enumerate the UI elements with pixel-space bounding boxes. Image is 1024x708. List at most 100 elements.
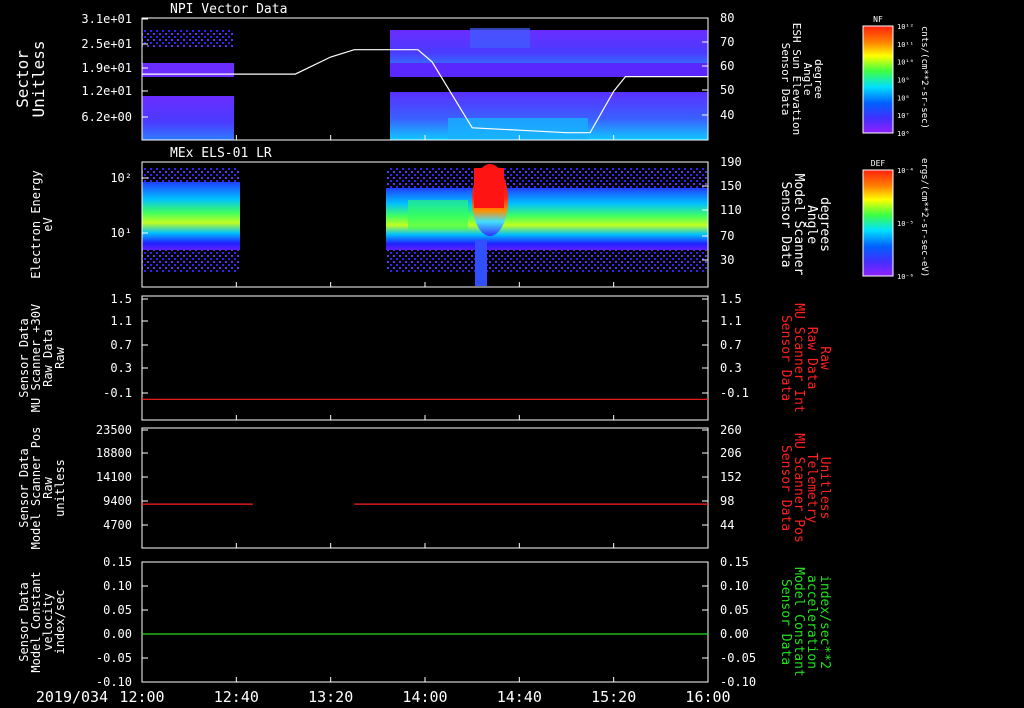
npi-colorbar-label: NF [873, 15, 883, 24]
model_const-right-axis-label: acceleration [804, 575, 819, 669]
time-tick-label: 12:00 [119, 688, 164, 706]
mu_raw-left-tick-label: -0.1 [103, 386, 132, 400]
mu_pos-right-axis-label: Unitless [817, 457, 832, 520]
npi-spectrogram [142, 28, 708, 140]
model_const-right-tick-label: 0.15 [720, 555, 749, 569]
time-tick-label: 16:00 [685, 688, 730, 706]
model_const-left-tick-label: -0.05 [96, 651, 132, 665]
plot-canvas: NF 10¹² 10¹¹ 10¹⁰ 10⁹ 10⁸ 10⁷ 10⁶ cnts/(cm**2-… [13, 2, 929, 706]
mu_pos-right-axis-label: Sensor Data [778, 445, 793, 531]
mu_pos-right-tick-label: 152 [720, 470, 742, 484]
time-tick-label: 15:20 [591, 688, 636, 706]
mu_pos-right-tick-label: 206 [720, 446, 742, 460]
npi-colorbar-scale [862, 25, 894, 134]
model_const-right-tick-label: 0.10 [720, 579, 749, 593]
els-right-axis-label: Sensor Data [778, 181, 793, 267]
panel-mu_raw: 1.5 1.1 0.7 0.3 -0.1 1.5 1.1 0.7 0.3 -0.1 Sensor D… [17, 292, 832, 421]
els-right-tick-label: 110 [720, 203, 742, 217]
time-tick-label: 13:20 [308, 688, 353, 706]
els-right-tick-label: 150 [720, 179, 742, 193]
mu_pos-right-tick-label: 260 [720, 423, 742, 437]
npi-left-tick-label: 3.1e+01 [81, 12, 132, 26]
els-colorbar: DEF 10⁻⁴ 10⁻⁵ 10⁻⁶ ergs/(cm**2-sr-sec-eV) [862, 158, 929, 281]
model_const-left-tick-label: 0.15 [103, 555, 132, 569]
model_const-right-tick-label: -0.05 [720, 651, 756, 665]
npi-right-tick-label: 40 [720, 108, 734, 122]
mu_pos-frame [141, 427, 709, 549]
model_const-frame [141, 561, 709, 683]
els-left-axis-label: eV [41, 217, 55, 231]
els-colorbar-label: DEF [871, 159, 886, 168]
els-colorbar-ticks: 10⁻⁴ 10⁻⁵ 10⁻⁶ [897, 167, 914, 281]
mu_pos-right-tick-label: 44 [720, 518, 734, 532]
npi-right-tick-label: 50 [720, 83, 734, 97]
model_const-left-tick-label: 0.05 [103, 603, 132, 617]
mu_raw-right-axis-label: Sensor Data [778, 315, 793, 401]
npi-left-axis-label: Unitless [29, 40, 48, 117]
npi-left-tick-label: 1.2e+01 [81, 84, 132, 98]
npi-left-tick-label: 1.9e+01 [81, 61, 132, 75]
colorbar-tick-label: 10⁻⁶ [897, 273, 914, 281]
npi-colorbar: NF 10¹² 10¹¹ 10¹⁰ 10⁹ 10⁸ 10⁷ 10⁶ cnts/(cm**2-… [862, 15, 929, 138]
model_const-right-axis-label: index/sec**2 [817, 575, 832, 669]
panel-model_const: 0.15 0.10 0.05 0.00 -0.05 -0.10 0.15 0.10 0.05 0.… [17, 555, 832, 689]
els-title: MEx ELS-01 LR [170, 146, 272, 161]
npi-right-tick-label: 60 [720, 59, 734, 73]
date-label: 2019/034 [36, 688, 108, 706]
colorbar-tick-label: 10⁻⁵ [897, 220, 914, 228]
model_const-left-tick-label: 0.00 [103, 627, 132, 641]
model_const-right-axis-label: Sensor Data [778, 579, 793, 665]
colorbar-tick-label: 10⁷ [897, 112, 910, 120]
mu_raw-left-tick-label: 1.1 [110, 314, 132, 328]
npi-colorbar-ticks: 10¹² 10¹¹ 10¹⁰ 10⁹ 10⁸ 10⁷ 10⁶ [897, 23, 914, 138]
colorbar-tick-label: 10¹¹ [897, 41, 914, 49]
time-tick-label: 12:40 [214, 688, 259, 706]
els-left-tick-label: 10² [110, 171, 132, 185]
model_const-right-tick-label: 0.05 [720, 603, 749, 617]
els-right-tick-label: 190 [720, 155, 742, 169]
mu_raw-right-tick-label: 1.1 [720, 314, 742, 328]
colorbar-tick-label: 10¹⁰ [897, 59, 914, 67]
mu_pos-right-tick-label: 98 [720, 494, 734, 508]
mu_raw-right-axis-label: Raw Data [804, 327, 819, 390]
npi-right-tick-label: 80 [720, 11, 734, 25]
model_const-left-tick-label: 0.10 [103, 579, 132, 593]
mu_pos-left-tick-label: 9400 [103, 494, 132, 508]
npi-left-tick-label: 6.2e+00 [81, 110, 132, 124]
mu_raw-right-tick-label: -0.1 [720, 386, 749, 400]
colorbar-tick-label: 10⁹ [897, 77, 910, 85]
model_const-right-axis-label: Model Constant [791, 567, 806, 677]
colorbar-tick-label: 10¹² [897, 23, 914, 31]
model_const-left-tick-label: -0.10 [96, 675, 132, 689]
colorbar-tick-label: 10⁸ [897, 94, 910, 102]
els-right-tick-label: 30 [720, 253, 734, 267]
time-tick-label: 14:40 [497, 688, 542, 706]
els-right-axis-label: Model Scanner [791, 174, 806, 276]
mu_raw-left-axis-label: Raw [53, 346, 67, 368]
mu_pos-left-tick-label: 14100 [96, 470, 132, 484]
mu_pos-left-tick-label: 4700 [103, 518, 132, 532]
time-tick-label: 14:00 [402, 688, 447, 706]
mu_raw-frame [141, 295, 709, 421]
model_const-right-tick-label: 0.00 [720, 627, 749, 641]
els-right-axis-label: Angle [804, 205, 819, 244]
mu_pos-left-tick-label: 18800 [96, 446, 132, 460]
npi-left-tick-label: 2.5e+01 [81, 37, 132, 51]
npi-right-axis-label: degree [812, 59, 825, 99]
npi-title: NPI Vector Data [170, 2, 287, 17]
mu_raw-left-tick-label: 0.3 [110, 361, 132, 375]
els-colorbar-scale [862, 169, 894, 277]
npi-right-tick-label: 70 [720, 35, 734, 49]
mu_raw-right-tick-label: 0.3 [720, 361, 742, 375]
model_const-left-axis-label: index/sec [53, 589, 67, 654]
mu_raw-right-axis-label: Raw [817, 346, 832, 370]
mu_raw-right-axis-label: MU Scanner Int [791, 303, 806, 413]
mu_raw-right-tick-label: 1.5 [720, 292, 742, 306]
npi-colorbar-unit: cnts/(cm**2-sr-sec) [919, 26, 929, 129]
els-left-tick-label: 10¹ [110, 226, 132, 240]
els-colorbar-unit: ergs/(cm**2-sr-sec-eV) [919, 158, 929, 277]
panel-mu_pos: 23500 18800 14100 9400 4700 260 206 152 98 44 Sens… [17, 423, 832, 549]
mu_raw-left-tick-label: 1.5 [110, 292, 132, 306]
els-right-axis-label: degrees [817, 197, 832, 252]
mu_pos-left-tick-label: 23500 [96, 423, 132, 437]
